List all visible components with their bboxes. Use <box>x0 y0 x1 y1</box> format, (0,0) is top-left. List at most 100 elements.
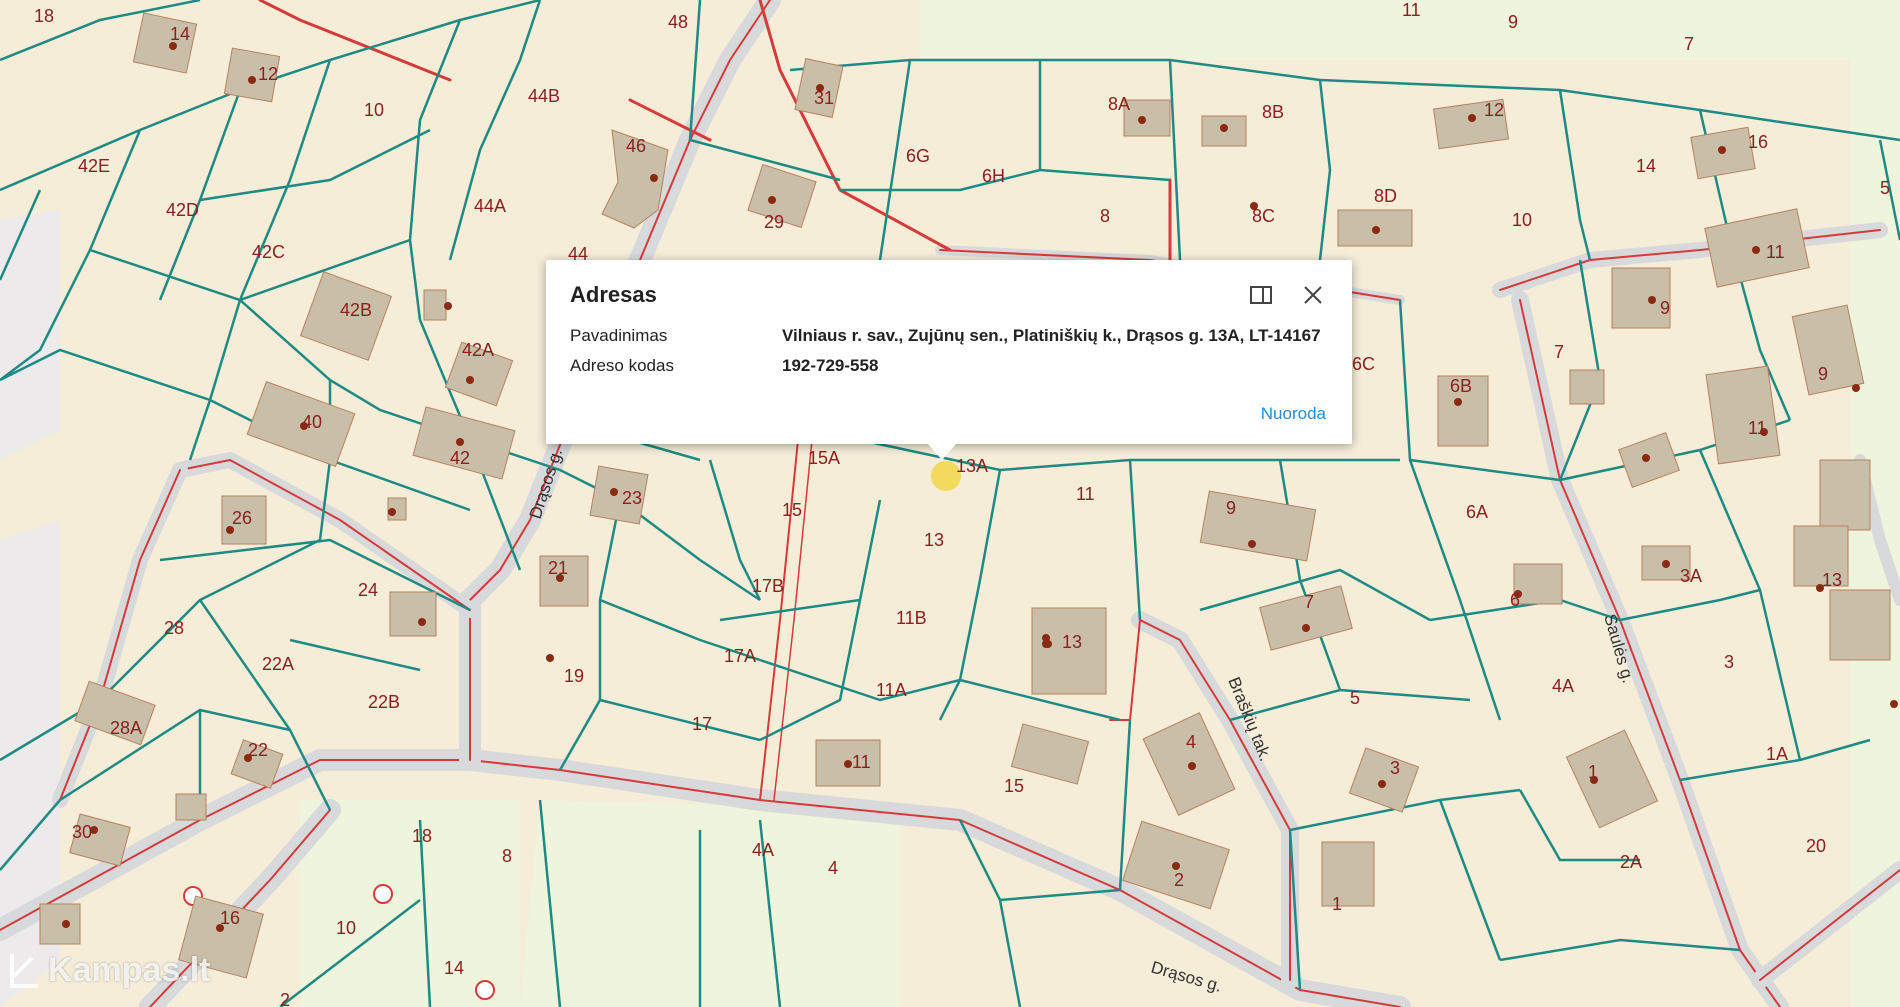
plot-number-label: 6C <box>1352 354 1375 374</box>
plot-number-label: 13 <box>924 530 944 550</box>
plot-number-label: 17A <box>724 646 756 666</box>
plot-number-label: 40 <box>302 412 322 432</box>
plot-number-label: 6H <box>982 166 1005 186</box>
plot-number-label: 15 <box>782 500 802 520</box>
plot-number-label: 28A <box>110 718 142 738</box>
plot-number-label: 7 <box>1684 34 1694 54</box>
plot-number-label: 11 <box>1076 484 1095 504</box>
plot-number-label: 42C <box>252 242 285 262</box>
popup-value: Vilniaus r. sav., Zujūnų sen., Platinišk… <box>782 326 1321 345</box>
plot-number-label: 4 <box>828 858 838 878</box>
plot-number-label: 11 <box>1402 0 1421 20</box>
plot-number-label: 4 <box>1186 732 1196 752</box>
green-field <box>520 800 900 1007</box>
popup-value: 192-729-558 <box>782 356 879 375</box>
plot-number-label: 10 <box>364 100 384 120</box>
popup-label: Adreso kodas <box>570 356 674 375</box>
plot-number-label: 30 <box>72 822 92 842</box>
plot-number-label: 29 <box>764 212 784 232</box>
plot-number-label: 12 <box>1484 100 1504 120</box>
plot-number-label: 2 <box>280 990 290 1007</box>
plot-number-label: 9 <box>1508 12 1518 32</box>
plot-number-label: 3 <box>1390 758 1400 778</box>
plot-number-label: 44A <box>474 196 506 216</box>
green-field <box>920 0 1880 60</box>
plot-number-label: 4A <box>752 840 774 860</box>
cadastral-map[interactable]: 18 14 12 10 48 31 11 9 7 42E 44B 46 6G 6… <box>0 0 1900 1007</box>
plot-number-label: 48 <box>668 12 688 32</box>
plot-number-label: 44B <box>528 86 560 106</box>
plot-number-label: 1 <box>1588 762 1598 782</box>
watermark: Kampas.lt <box>8 950 211 990</box>
plot-number-label: 42A <box>462 340 494 360</box>
plot-number-label: 14 <box>444 958 464 978</box>
plot-number-label: 5 <box>1350 688 1360 708</box>
plot-number-label: 5 <box>1880 178 1890 198</box>
plot-number-label: 16 <box>1748 132 1768 152</box>
plot-number-label: 16 <box>220 908 240 928</box>
plot-number-label: 42E <box>78 156 110 176</box>
plot-number-label: 11 <box>1766 242 1785 262</box>
plot-number-label: 42 <box>450 448 470 468</box>
plot-number-label: 22B <box>368 692 400 712</box>
watermark-text: Kampas.lt <box>48 950 211 989</box>
plot-number-label: 2 <box>1174 870 1184 890</box>
plot-number-label: 8C <box>1252 206 1275 226</box>
plot-number-label: 1A <box>1766 744 1788 764</box>
plot-number-label: 42B <box>340 300 372 320</box>
plot-number-label: 4A <box>1552 676 1574 696</box>
plot-number-label: 14 <box>170 24 190 44</box>
plot-number-label: 11 <box>852 752 871 772</box>
plot-number-label: 11B <box>896 608 927 628</box>
plot-number-label: 8 <box>1100 206 1110 226</box>
plot-number-label: 17 <box>692 714 712 734</box>
plot-number-label: 9 <box>1226 498 1236 518</box>
plot-number-label: 11A <box>876 680 907 700</box>
plot-number-label: 22A <box>262 654 294 674</box>
plot-number-label: 10 <box>336 918 356 938</box>
grey-area <box>0 210 60 460</box>
popup-label: Pavadinimas <box>570 326 668 345</box>
plot-number-label: 11 <box>1748 418 1767 438</box>
plot-number-label: 14 <box>1636 156 1656 176</box>
popup-row-code: Adreso kodas 192-729-558 <box>570 356 1328 376</box>
plot-number-label: 6 <box>1510 590 1520 610</box>
plot-number-label: 6G <box>906 146 930 166</box>
address-popup: Adresas Pavadinimas Vilniaus r. sav., Zu… <box>546 260 1352 460</box>
plot-number-label: 15 <box>1004 776 1024 796</box>
plot-number-label: 3A <box>1680 566 1702 586</box>
plot-number-label: 6B <box>1450 376 1472 396</box>
plot-number-label: 15A <box>808 448 840 468</box>
green-field <box>300 800 520 1007</box>
plot-number-label: 8A <box>1108 94 1130 114</box>
kampas-logo-icon <box>10 954 38 988</box>
plot-number-label: 3 <box>1724 652 1734 672</box>
plot-number-label: 2A <box>1620 852 1642 872</box>
plot-number-label: 7 <box>1304 592 1314 612</box>
plot-number-label: 19 <box>564 666 584 686</box>
plot-number-label: 20 <box>1806 836 1826 856</box>
plot-number-label: 7 <box>1554 342 1564 362</box>
plot-number-label: 17B <box>752 576 784 596</box>
plot-number-label: 8D <box>1374 186 1397 206</box>
plot-number-label: 10 <box>1512 210 1532 230</box>
plot-number-label: 9 <box>1660 298 1670 318</box>
plot-number-label: 13 <box>1822 570 1842 590</box>
popup-title: Adresas <box>570 282 657 307</box>
dock-panel-icon[interactable] <box>1248 282 1274 308</box>
plot-number-label: 26 <box>232 508 252 528</box>
plot-number-label: 42D <box>166 200 199 220</box>
plot-number-label: 13A <box>956 456 988 476</box>
plot-number-label: 46 <box>626 136 646 156</box>
plot-number-label: 21 <box>548 558 568 578</box>
link-nuoroda[interactable]: Nuoroda <box>1261 404 1326 424</box>
plot-number-label: 24 <box>358 580 378 600</box>
plot-number-label: 13 <box>1062 632 1082 652</box>
plot-number-label: 6A <box>1466 502 1488 522</box>
plot-number-label: 18 <box>412 826 432 846</box>
close-icon[interactable] <box>1300 282 1326 308</box>
plot-number-label: 31 <box>814 88 834 108</box>
plot-number-label: 1 <box>1332 894 1342 914</box>
plot-number-label: 18 <box>34 6 54 26</box>
plot-number-label: 23 <box>622 488 642 508</box>
